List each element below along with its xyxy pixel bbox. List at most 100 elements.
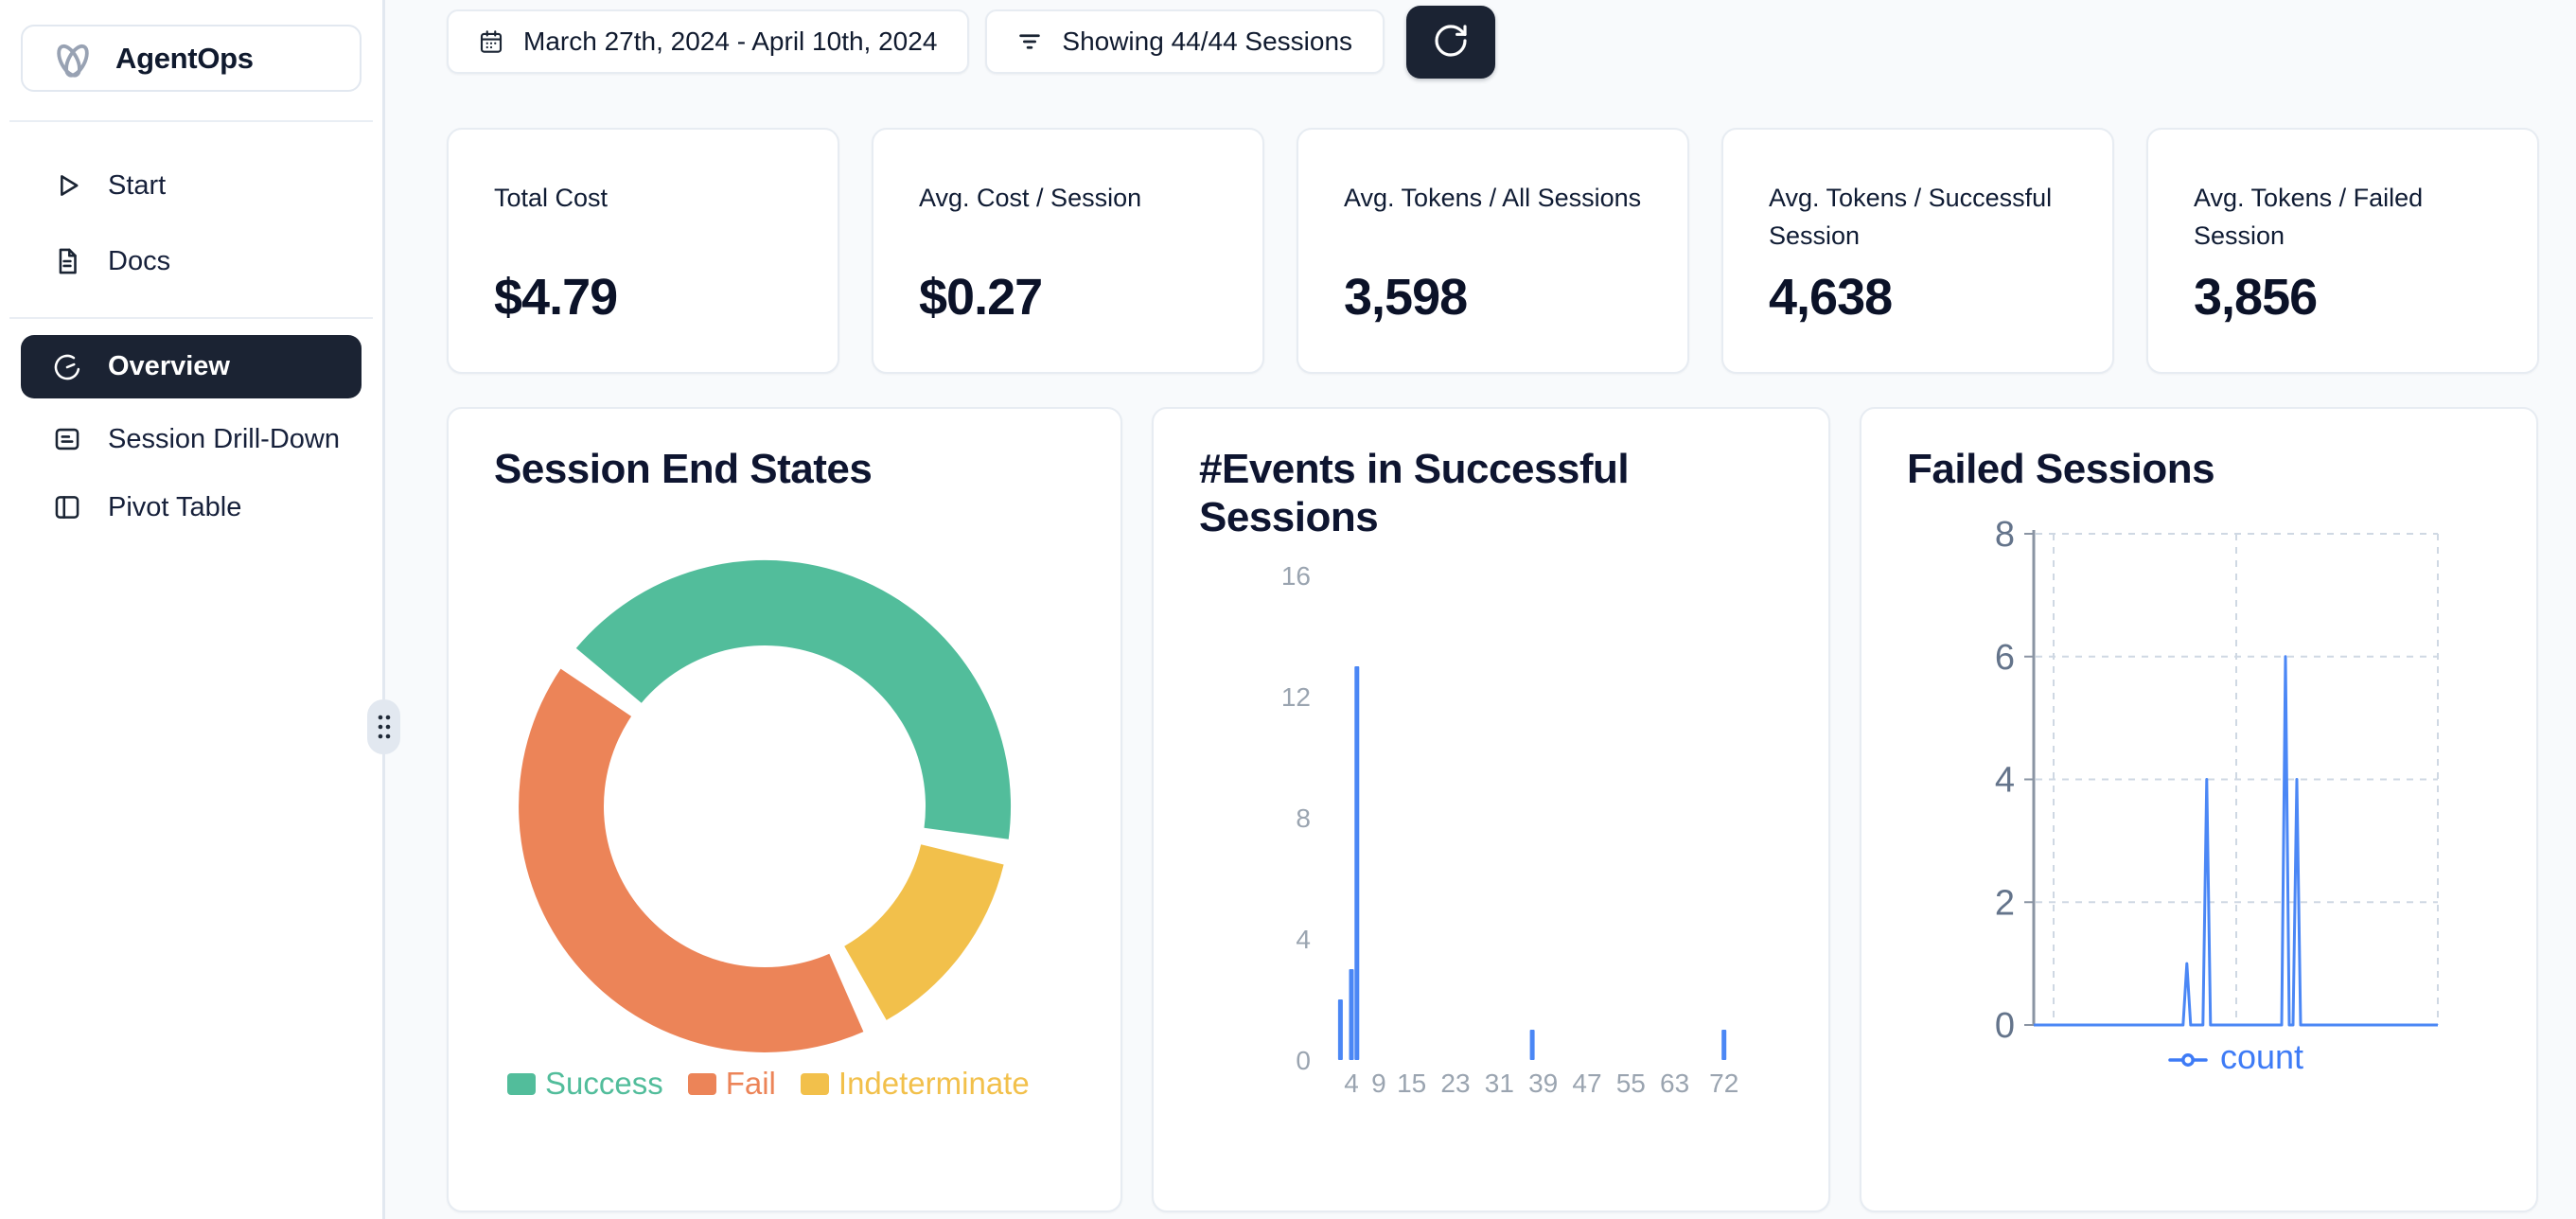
- stat-value: 3,598: [1344, 268, 1467, 327]
- charts-row: Session End States Success Fail Indetermin…: [447, 407, 2539, 1212]
- sidebar-item-label: Docs: [108, 246, 170, 277]
- sidebar-item-session-drill-down[interactable]: Session Drill-Down: [21, 412, 362, 467]
- legend-swatch: [507, 1073, 536, 1095]
- logo[interactable]: AgentOps: [21, 25, 362, 92]
- agentops-logo-icon: [47, 33, 98, 84]
- count-line-series: [2034, 657, 2438, 1025]
- chart-card-failed-sessions: Failed Sessions 0 2 4 6 8 count: [1860, 407, 2538, 1212]
- stat-value: $0.27: [919, 268, 1042, 327]
- line-legend-label: count: [2220, 1037, 2303, 1077]
- y-tick-label: 8: [1296, 804, 1311, 833]
- stat-card-avg-tokens-failed-session: Avg. Tokens / Failed Session 3,856: [2146, 128, 2539, 374]
- refresh-icon: [1432, 22, 1470, 62]
- stat-label: Avg. Cost / Session: [919, 179, 1226, 217]
- histogram-bar: [1338, 999, 1343, 1060]
- chart-title-failed-sessions: Failed Sessions: [1907, 445, 2214, 493]
- failed-sessions-line-chart: 0 2 4 6 8: [1861, 409, 2540, 1214]
- chart-card-events-histogram: #Events in Successful Sessions 048121649…: [1152, 407, 1830, 1212]
- line-legend-marker-icon: [2168, 1037, 2208, 1077]
- legend-item-indeterminate[interactable]: Indeterminate: [801, 1066, 1030, 1102]
- donut-legend: Success Fail Indeterminate: [507, 1066, 1030, 1102]
- sidebar-resize-handle[interactable]: [367, 699, 400, 754]
- sidebar-item-label: Overview: [108, 351, 230, 382]
- sidebar-item-docs[interactable]: Docs: [21, 234, 362, 289]
- x-tick-label: 9: [1371, 1069, 1386, 1098]
- play-icon: [51, 169, 83, 202]
- stat-label: Avg. Tokens / All Sessions: [1344, 179, 1650, 217]
- donut-slice-fail: [519, 669, 863, 1052]
- date-range-label: March 27th, 2024 - April 10th, 2024: [523, 26, 937, 57]
- gauge-icon: [51, 351, 83, 383]
- stat-value: 3,856: [2194, 268, 2317, 327]
- y-tick-label: 6: [1995, 638, 2015, 678]
- chart-title-session-end-states: Session End States: [494, 445, 872, 493]
- grip-dots-icon: [374, 711, 395, 743]
- histogram-bar: [1721, 1030, 1726, 1060]
- legend-swatch: [801, 1073, 829, 1095]
- toolbar: March 27th, 2024 - April 10th, 2024 Show…: [447, 9, 2539, 79]
- stat-label: Total Cost: [494, 179, 801, 217]
- sidebar-divider: [9, 120, 373, 122]
- stat-card-avg-tokens-all-sessions: Avg. Tokens / All Sessions 3,598: [1297, 128, 1689, 374]
- y-tick-label: 4: [1296, 925, 1311, 954]
- legend-item-success[interactable]: Success: [507, 1066, 663, 1102]
- x-tick-label: 72: [1709, 1069, 1738, 1098]
- y-tick-label: 12: [1281, 682, 1311, 712]
- stat-card-total-cost: Total Cost $4.79: [447, 128, 839, 374]
- histogram-bar: [1354, 666, 1359, 1060]
- legend-item-fail[interactable]: Fail: [688, 1066, 776, 1102]
- x-tick-label: 55: [1616, 1069, 1646, 1098]
- x-tick-label: 31: [1485, 1069, 1514, 1098]
- legend-label: Fail: [726, 1066, 776, 1102]
- y-tick-label: 4: [1995, 761, 2015, 801]
- donut-slice-success: [576, 560, 1011, 839]
- y-tick-label: 2: [1995, 883, 2015, 923]
- x-tick-label: 39: [1528, 1069, 1558, 1098]
- x-tick-label: 15: [1397, 1069, 1426, 1098]
- list-icon: [51, 423, 83, 455]
- count-legend[interactable]: count: [2034, 1037, 2438, 1077]
- legend-label: Indeterminate: [838, 1066, 1030, 1102]
- y-tick-label: 0: [1995, 1006, 2015, 1046]
- y-tick-label: 16: [1281, 561, 1311, 591]
- stat-card-avg-tokens-successful-session: Avg. Tokens / Successful Session 4,638: [1721, 128, 2114, 374]
- histogram-bar: [1530, 1030, 1535, 1060]
- x-tick-label: 4: [1344, 1069, 1359, 1098]
- pivot-icon: [51, 491, 83, 523]
- sidebar-item-start[interactable]: Start: [21, 158, 362, 213]
- stat-card-avg-cost-session: Avg. Cost / Session $0.27: [872, 128, 1264, 374]
- chart-card-session-end-states: Session End States Success Fail Indetermin…: [447, 407, 1122, 1212]
- legend-label: Success: [545, 1066, 663, 1102]
- histogram-bar: [1350, 969, 1354, 1060]
- y-tick-label: 8: [1995, 515, 2015, 555]
- stats-row: Total Cost$4.79Avg. Cost / Session$0.27A…: [447, 128, 2539, 374]
- sidebar-item-overview[interactable]: Overview: [21, 335, 362, 398]
- x-tick-label: 23: [1440, 1069, 1470, 1098]
- docs-icon: [51, 245, 83, 277]
- sidebar-nav-top: Start Docs: [21, 158, 362, 289]
- sessions-filter-button[interactable]: Showing 44/44 Sessions: [985, 9, 1385, 74]
- stat-label: Avg. Tokens / Successful Session: [1769, 179, 2075, 255]
- legend-swatch: [688, 1073, 716, 1095]
- sidebar-item-label: Session Drill-Down: [108, 424, 340, 455]
- sidebar-nav-main: Overview Session Drill-Down Pivot Table: [21, 335, 362, 535]
- app-root: AgentOps Start Docs Overview Session Drill…: [0, 0, 2576, 1219]
- calendar-icon: [477, 27, 505, 56]
- y-tick-label: 0: [1296, 1046, 1311, 1075]
- x-tick-label: 47: [1572, 1069, 1601, 1098]
- stat-label: Avg. Tokens / Failed Session: [2194, 179, 2500, 255]
- sidebar-item-pivot-table[interactable]: Pivot Table: [21, 480, 362, 535]
- sidebar-divider: [9, 317, 373, 319]
- sidebar: AgentOps Start Docs Overview Session Drill…: [0, 0, 385, 1219]
- logo-label: AgentOps: [115, 42, 254, 76]
- sidebar-item-label: Start: [108, 170, 166, 202]
- filter-icon: [1015, 27, 1044, 56]
- date-range-button[interactable]: March 27th, 2024 - April 10th, 2024: [447, 9, 969, 74]
- stat-value: $4.79: [494, 268, 617, 327]
- x-tick-label: 63: [1660, 1069, 1689, 1098]
- stat-value: 4,638: [1769, 268, 1892, 327]
- refresh-button[interactable]: [1406, 6, 1495, 79]
- sidebar-item-label: Pivot Table: [108, 492, 241, 523]
- chart-title-events-histogram: #Events in Successful Sessions: [1199, 445, 1786, 541]
- main-content: March 27th, 2024 - April 10th, 2024 Show…: [385, 0, 2576, 1219]
